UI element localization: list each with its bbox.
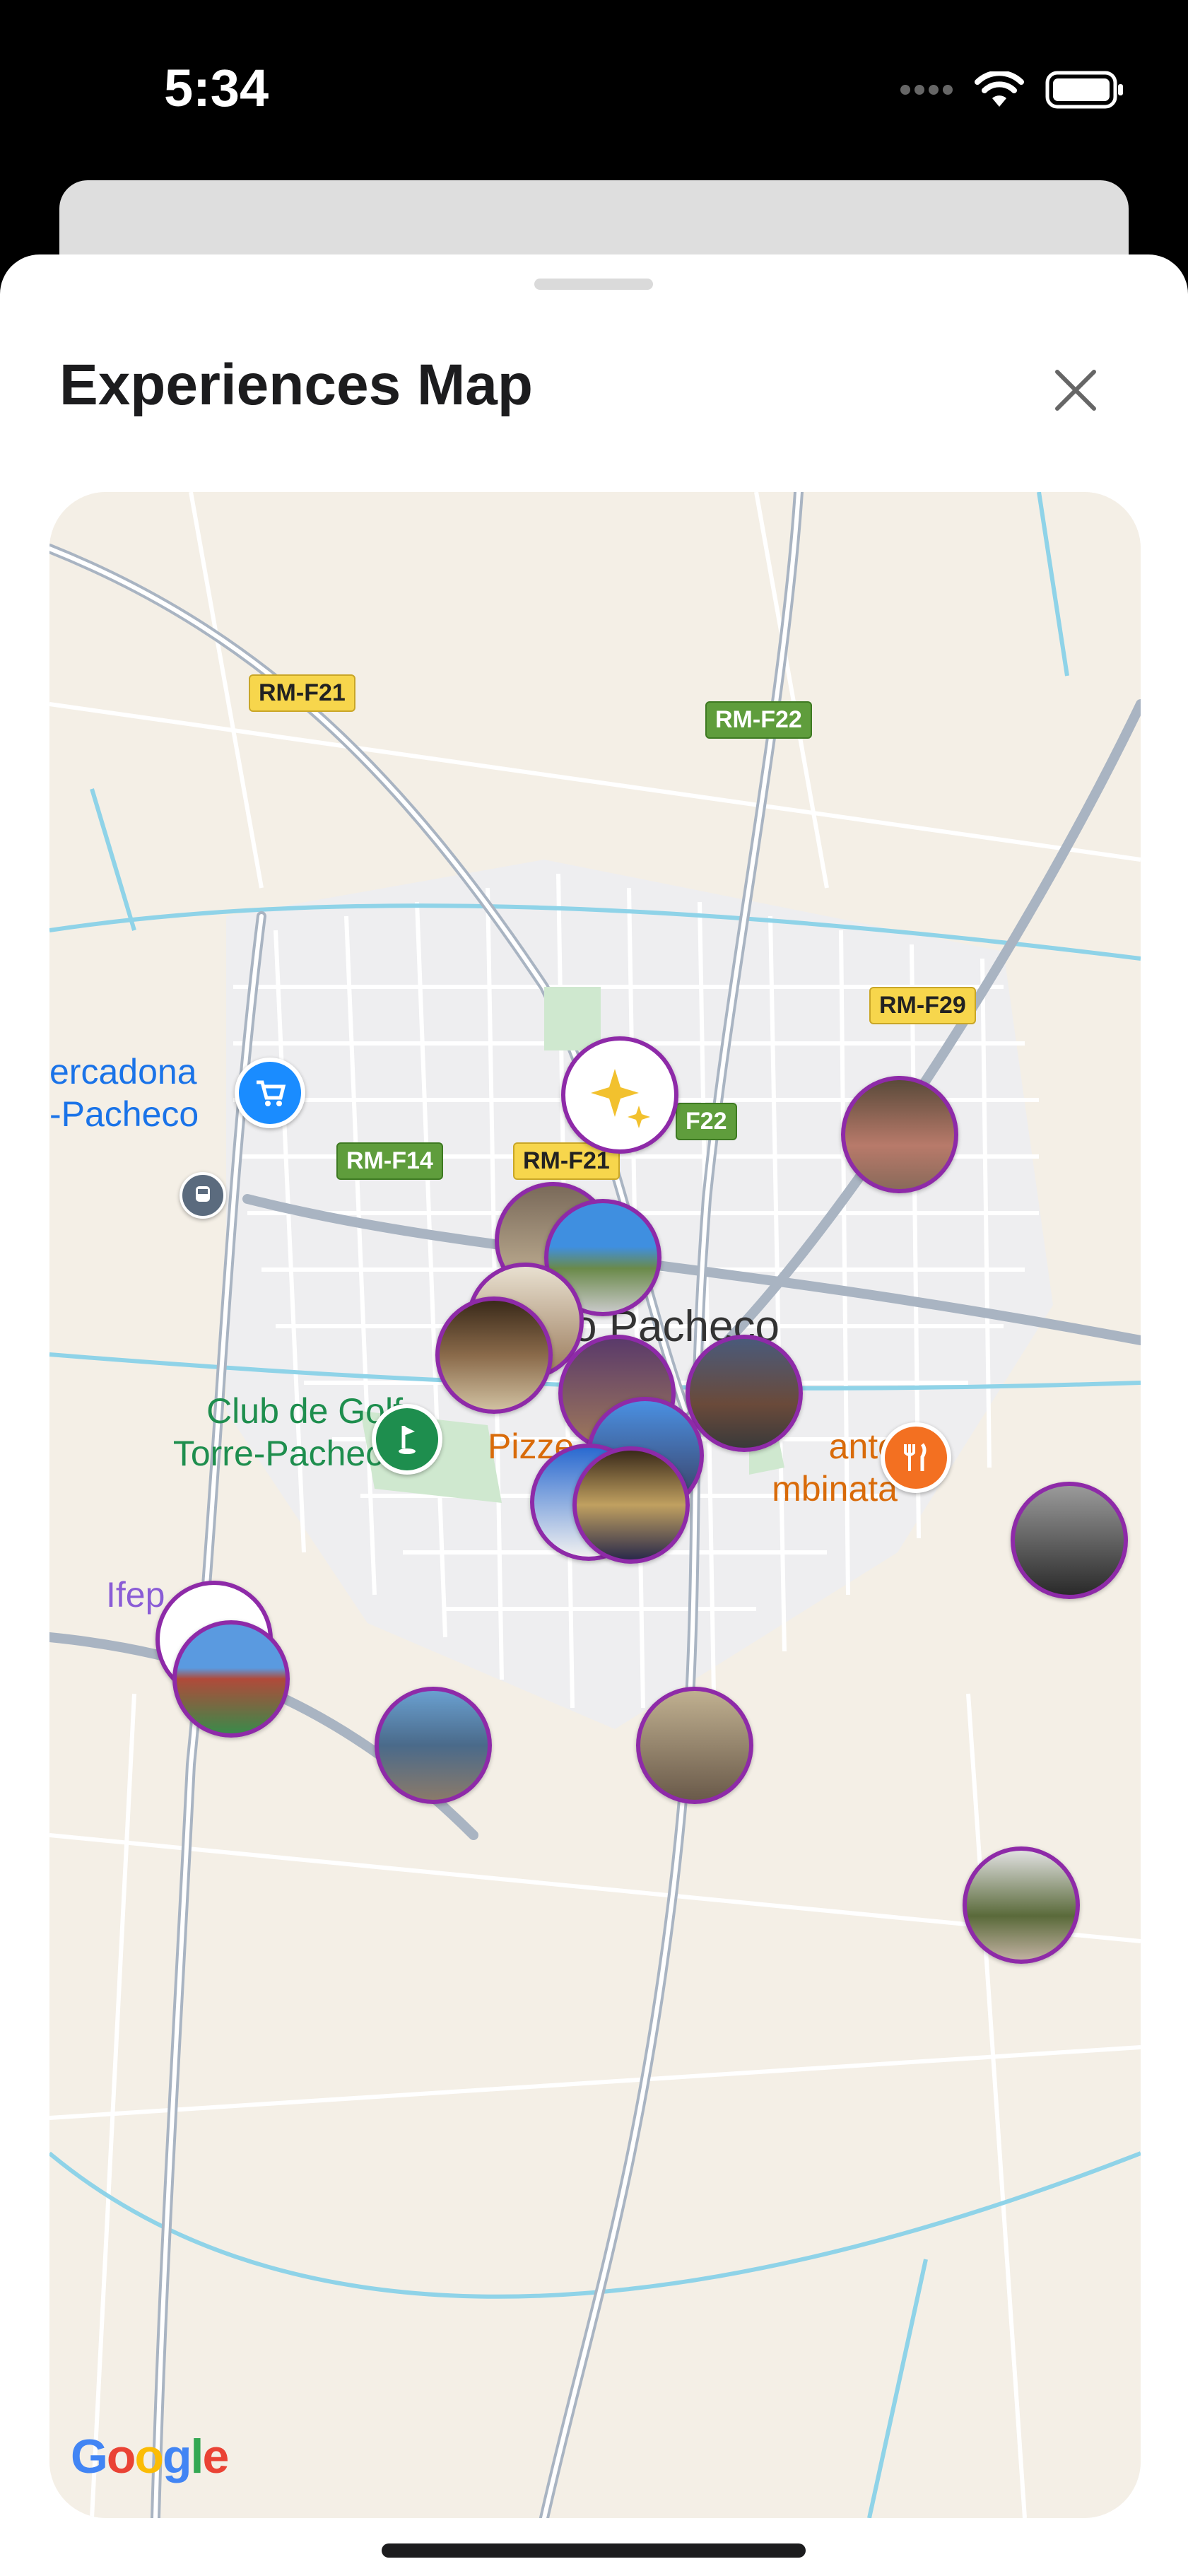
road-label-rm-f29: RM-F29	[869, 987, 976, 1024]
wifi-icon	[975, 71, 1024, 107]
experience-marker-park[interactable]	[841, 1076, 958, 1193]
home-indicator[interactable]	[382, 2543, 806, 2558]
experience-marker-storefront[interactable]	[686, 1335, 803, 1452]
battery-icon	[1045, 71, 1123, 109]
experience-marker-corner-shop[interactable]	[636, 1687, 753, 1804]
experience-marker-sparkles[interactable]	[561, 1036, 678, 1154]
status-bar: 5:34	[0, 0, 1188, 177]
cellular-signal-icon	[900, 85, 953, 95]
poi-label-ifep[interactable]: Ifep	[106, 1574, 165, 1616]
road-label-rm-f14: RM-F14	[336, 1142, 443, 1180]
fork-knife-icon	[904, 1443, 927, 1471]
poi-label-mercadona[interactable]: ercadona -Pacheco	[49, 1050, 199, 1135]
experience-marker-tree[interactable]	[963, 1846, 1080, 1964]
status-time: 5:34	[164, 59, 269, 117]
golf-icon	[399, 1426, 416, 1454]
shopping-cart-pin[interactable]	[235, 1058, 305, 1128]
train-station-pin[interactable]	[180, 1172, 226, 1219]
experience-marker-track[interactable]	[172, 1620, 290, 1738]
experience-marker-event[interactable]	[1011, 1482, 1128, 1599]
close-button[interactable]	[1046, 361, 1105, 420]
train-icon	[196, 1186, 210, 1202]
experience-marker-theater[interactable]	[572, 1446, 690, 1564]
google-logo: Google	[71, 2430, 229, 2483]
road-label-rm-f22: RM-F22	[705, 701, 812, 739]
status-icons	[900, 71, 1124, 109]
sheet-grabber[interactable]	[534, 279, 653, 290]
sparkles-icon	[591, 1069, 650, 1128]
restaurant-pin[interactable]	[881, 1422, 951, 1493]
shopping-cart-icon	[257, 1080, 286, 1106]
experience-marker-park-sign[interactable]	[375, 1687, 492, 1804]
close-icon	[1055, 370, 1096, 411]
golf-pin[interactable]	[372, 1404, 442, 1475]
experience-marker-office[interactable]	[435, 1296, 553, 1414]
road-label-rm-f21: RM-F21	[249, 674, 355, 712]
map-view[interactable]: RM-F21 RM-F22 RM-F29 RM-F14 RM-F21 F22 e…	[49, 492, 1141, 2518]
poi-label-golf[interactable]: Club de Golf Torre-Pacheco	[134, 1390, 403, 1475]
sheet-title: Experiences Map	[59, 353, 533, 417]
road-label-f22-center: F22	[676, 1103, 737, 1140]
